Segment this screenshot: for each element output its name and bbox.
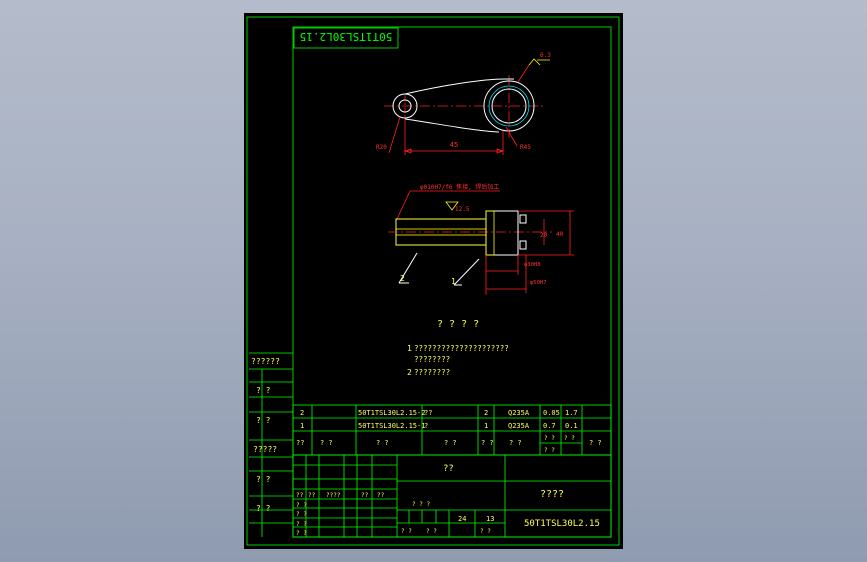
stage-cell: ? ? xyxy=(480,528,491,535)
note-1-text: ????????????????????? xyxy=(414,344,509,353)
dim-right-1: 20 xyxy=(540,232,548,239)
part-code: 50T1TSL30L2.15-1 xyxy=(358,422,425,430)
outer-frame xyxy=(246,16,620,546)
dim-length: 45 xyxy=(450,141,458,149)
surface-finish-label: 6.3 xyxy=(540,52,551,59)
dim-bottom-2: φ50H7 xyxy=(530,280,547,286)
drawing-sheet: 50T1TSL30L2.15 ?????? ? ? ? ? ????? ? ? … xyxy=(244,13,623,549)
part-name: ?? xyxy=(424,409,432,417)
part-total: 0.1 xyxy=(565,422,578,430)
technical-notes: ? ? ? ? 1 ????????????????????? ????????… xyxy=(407,319,509,377)
parts-header: ? ? xyxy=(509,439,522,447)
dim-left-radius: R20 xyxy=(376,144,387,151)
roughness-label: 12.5 xyxy=(455,206,470,213)
side-label: ?????? xyxy=(251,357,280,366)
side-label: ? ? xyxy=(256,386,271,395)
parts-header: ? ? xyxy=(564,435,575,442)
drawing-code: 50T1TSL30L2.15 xyxy=(524,519,600,529)
title-row-label: ?? xyxy=(308,492,316,499)
part-seq: 2 xyxy=(300,409,304,417)
note-1-number: 1 xyxy=(407,344,412,353)
part-code: 50T1TSL30L2.15-2 xyxy=(358,409,425,417)
title-row-label: ? ? xyxy=(296,502,307,509)
sheets-value: 13 xyxy=(486,515,494,523)
dim-bottom: φ30H8 xyxy=(524,262,541,268)
part-material: Q235A xyxy=(508,422,530,430)
note-2-number: 2 xyxy=(407,368,412,377)
weld-note: φ010H7/f6 焦接, 焊后加工 xyxy=(420,183,499,191)
material-cell: ?? xyxy=(443,464,454,474)
parts-header: ? ? xyxy=(544,435,555,442)
side-label: ? ? xyxy=(256,475,271,484)
part-seq: 1 xyxy=(300,422,304,430)
part-total: 1.7 xyxy=(565,409,578,417)
side-label: ? ? xyxy=(256,504,271,513)
title-row-label: ?? xyxy=(361,492,369,499)
scale-value: 24 xyxy=(458,515,466,523)
leader-label-2: 2 xyxy=(400,274,405,283)
lever-section-view: φ010H7/f6 焦接, 焊后加工 12.5 40 20 φ30H8 φ50H… xyxy=(388,183,574,295)
stage-cell: ? ? xyxy=(401,528,412,535)
drawing-title: ???? xyxy=(540,489,564,500)
part-qty: 2 xyxy=(484,409,488,417)
parts-header: ? ? xyxy=(589,439,602,447)
parts-header: ? ? xyxy=(444,439,457,447)
side-label: ? ? xyxy=(256,416,271,425)
title-row-label: ???? xyxy=(326,492,341,499)
title-row-label: ?? xyxy=(377,492,385,499)
parts-header: ? ? xyxy=(544,447,555,454)
parts-header: ? ? xyxy=(376,439,389,447)
title-row-label: ? ? xyxy=(296,530,307,537)
stage-cell: ? ? xyxy=(426,528,437,535)
title-row-label: ? ? xyxy=(296,521,307,528)
parts-header: ?? xyxy=(296,439,304,447)
title-row-label: ?? xyxy=(296,492,304,499)
cad-drawing: 50T1TSL30L2.15 ?????? ? ? ? ? ????? ? ? … xyxy=(246,16,620,546)
stage-label: ? ? ? xyxy=(412,501,430,508)
note-2-text: ???????? xyxy=(414,368,450,377)
title-block: ?? ?? ???? ?? ?? ? ? ? ? ? ? ? ? ?? ? ? … xyxy=(292,454,612,538)
note-1-continuation: ???????? xyxy=(414,355,450,364)
part-weight: 0.05 xyxy=(543,409,560,417)
side-label: ????? xyxy=(253,445,277,454)
title-row-label: ? ? xyxy=(296,511,307,518)
parts-list: 2 50T1TSL30L2.15-2 ?? 2 Q235A 0.05 1.7 1… xyxy=(292,404,612,456)
parts-header: ? ? xyxy=(320,439,333,447)
dim-right-2: 40 xyxy=(556,231,564,238)
drawing-number-mirrored: 50T1TSL30L2.15 xyxy=(300,30,393,43)
side-label-column: ?????? ? ? ? ? ????? ? ? ? ? xyxy=(249,352,293,537)
leader-label-1: 1 xyxy=(451,277,456,286)
part-qty: 1 xyxy=(484,422,488,430)
dim-right-radius: R45 xyxy=(520,144,531,151)
part-material: Q235A xyxy=(508,409,530,417)
notes-title: ? ? ? ? xyxy=(437,319,479,330)
parts-header: ? ? xyxy=(481,439,494,447)
part-weight: 0.7 xyxy=(543,422,556,430)
drawing-number-box: 50T1TSL30L2.15 xyxy=(293,27,399,49)
part-name: ? xyxy=(424,422,428,430)
lever-top-view: 6.3 45 R20 R45 xyxy=(376,52,551,155)
